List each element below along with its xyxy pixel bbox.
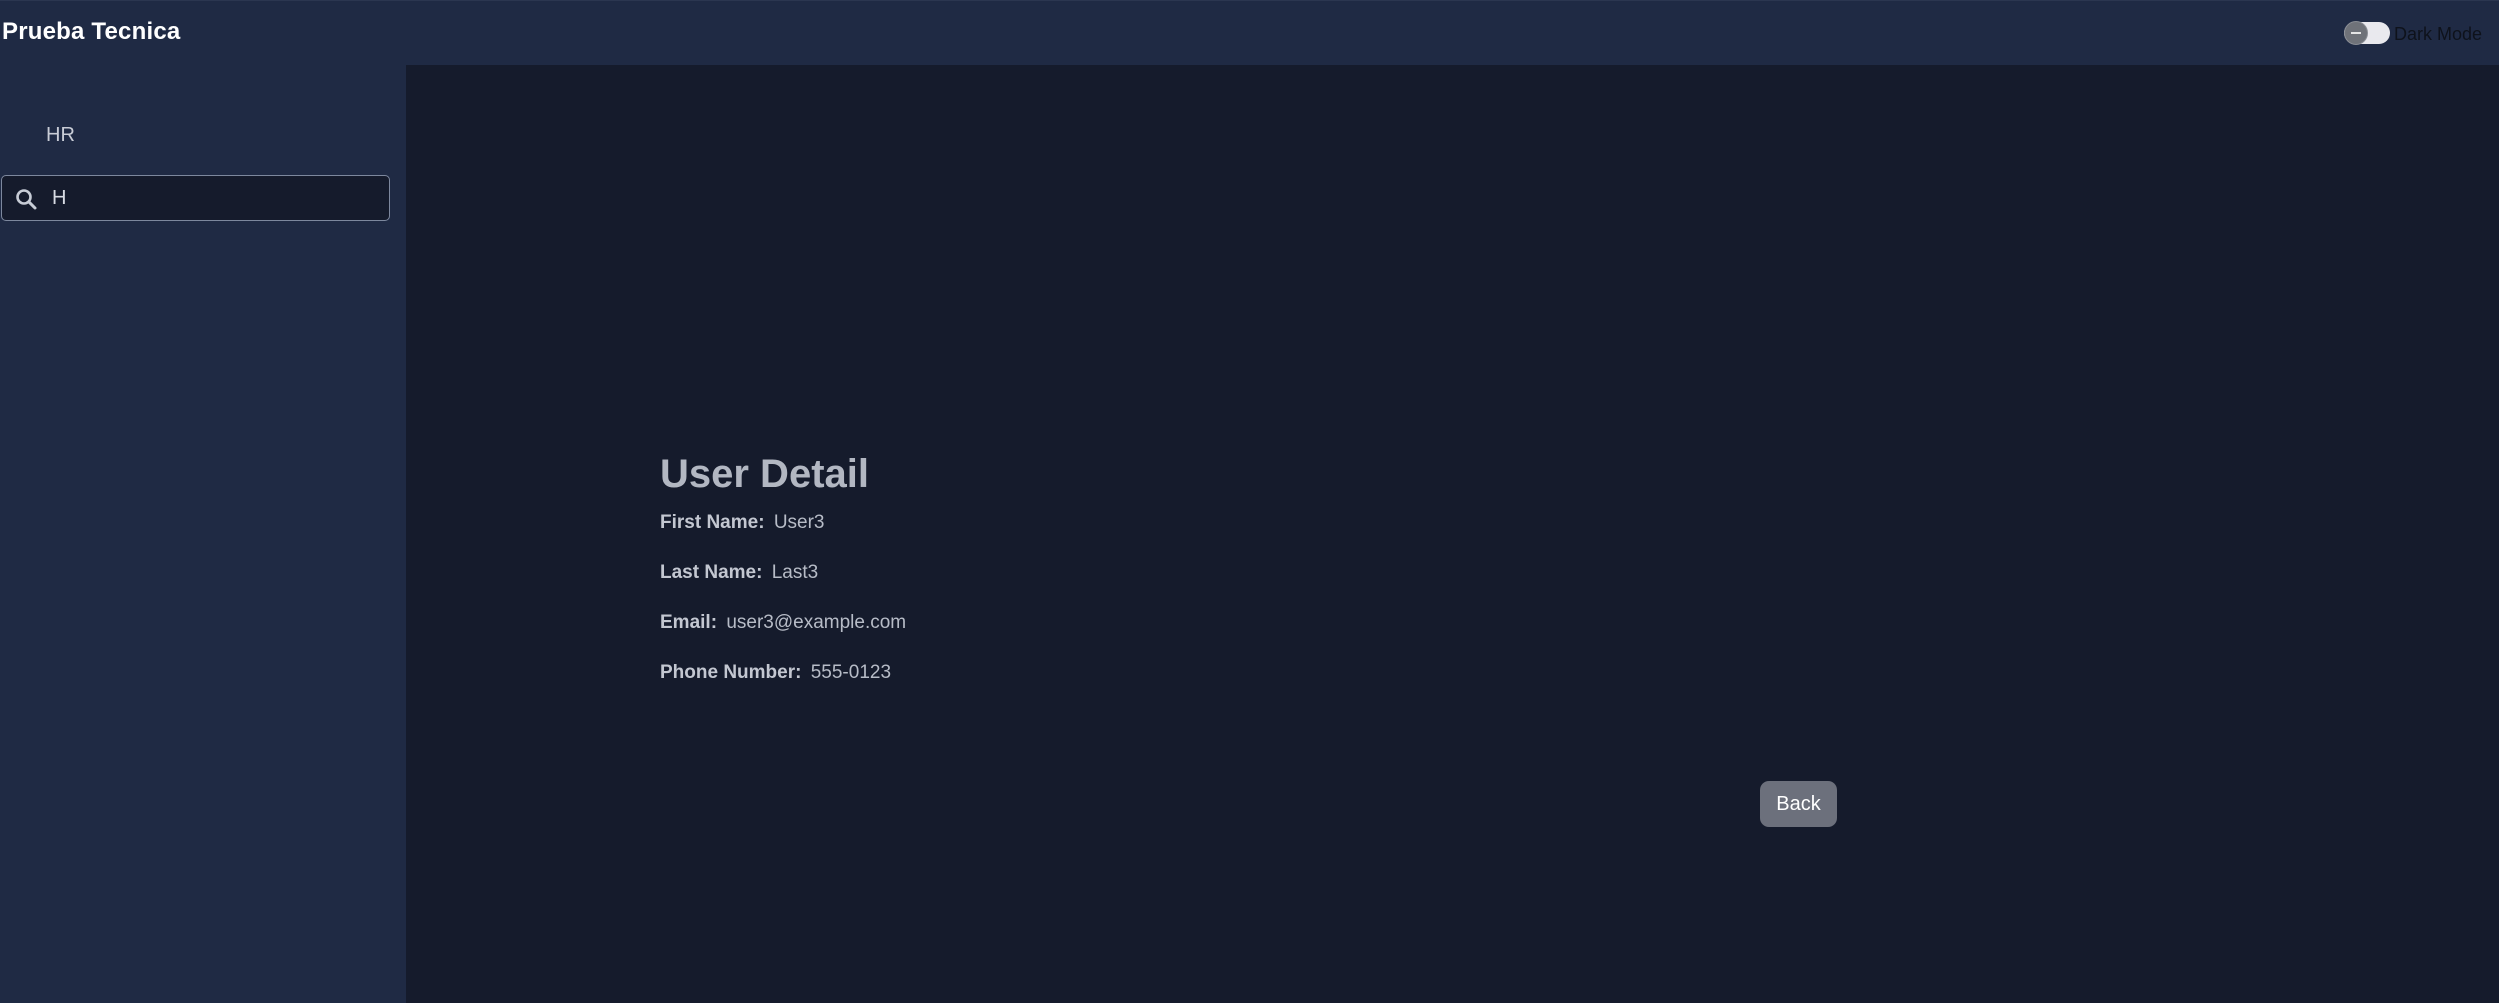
phone-number-field: Phone Number: 555-0123 [660,662,1440,684]
last-name-field: Last Name: Last3 [660,562,1440,584]
user-detail-panel: User Detail First Name: User3 Last Name:… [660,454,1440,712]
sidebar-search[interactable] [1,175,390,221]
first-name-label: First Name: [660,512,765,533]
search-input[interactable] [50,182,380,214]
phone-number-value: 555-0123 [810,662,892,683]
first-name-value: User3 [773,512,825,533]
email-field: Email: user3@example.com [660,612,1440,634]
page-title: User Detail [660,452,869,496]
top-app-bar: Prueba Tecnica Dark Mode [0,0,2499,65]
search-icon [16,189,37,210]
sidebar-item-hr[interactable]: HR [46,124,75,147]
last-name-label: Last Name: [660,562,763,583]
first-name-field: First Name: User3 [660,512,1440,534]
phone-number-label: Phone Number: [660,662,802,683]
app-title: Prueba Tecnica [2,18,181,45]
dark-mode-toggle[interactable] [2344,21,2390,45]
last-name-value: Last3 [771,562,819,583]
toggle-knob [2344,21,2368,45]
back-button[interactable]: Back [1760,781,1837,827]
sidebar: HR [0,65,406,1003]
dark-mode-label: Dark Mode [2394,24,2483,44]
email-value: user3@example.com [726,612,907,633]
email-label: Email: [660,612,718,633]
